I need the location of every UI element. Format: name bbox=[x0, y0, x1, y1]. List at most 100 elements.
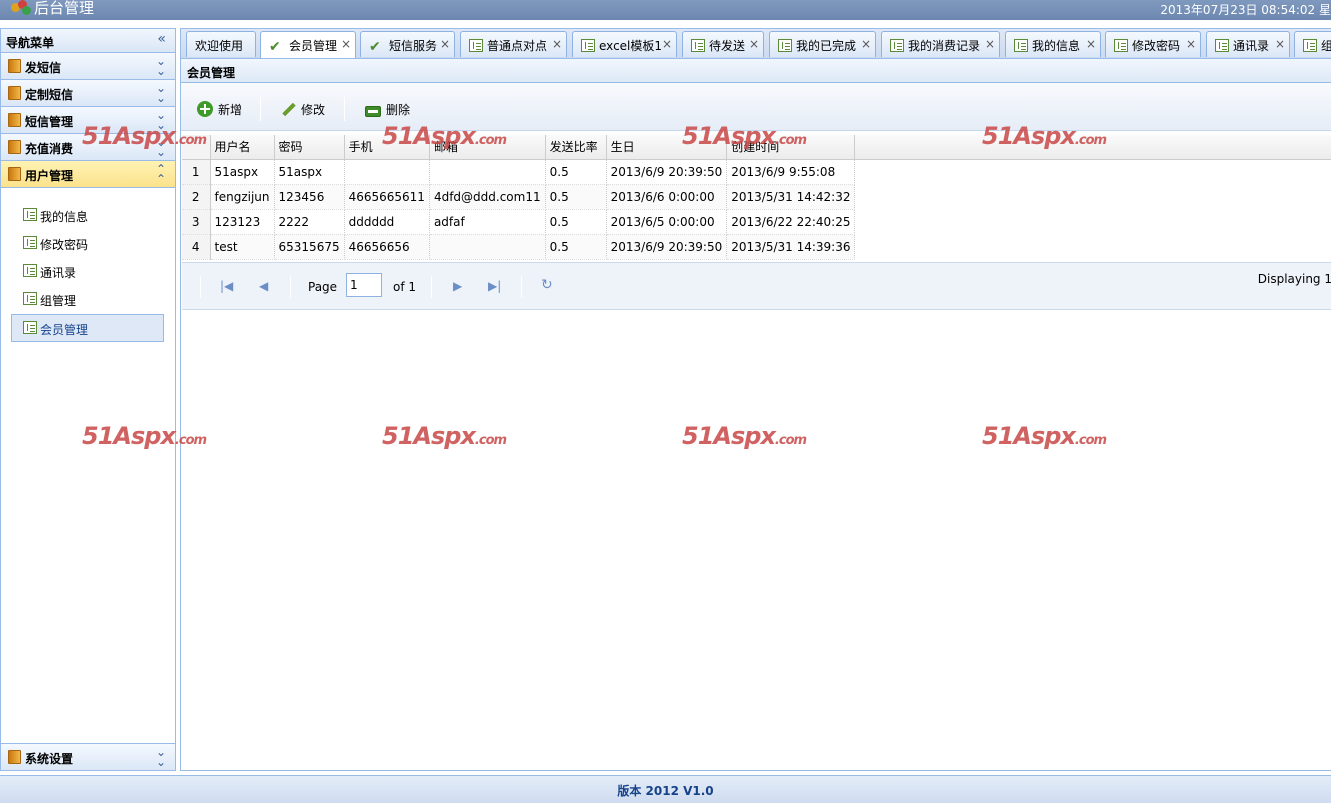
cell-send-ratio: 0.5 bbox=[545, 159, 607, 185]
page-icon bbox=[1014, 39, 1028, 52]
page-icon bbox=[581, 39, 595, 52]
page-label: Page bbox=[308, 280, 338, 294]
tab-member-management[interactable]: ✔ 会员管理 × bbox=[260, 31, 356, 58]
toolbar-divider bbox=[260, 97, 261, 121]
close-tab-icon[interactable]: × bbox=[861, 37, 871, 51]
tab-label: 我的信息 bbox=[1032, 39, 1081, 53]
cell-birthday: 2013/6/6 0:00:00 bbox=[606, 184, 728, 210]
expand-icon[interactable]: ⌄ ⌄ bbox=[156, 746, 166, 768]
close-tab-icon[interactable]: × bbox=[1275, 37, 1285, 51]
column-header-username[interactable]: 用户名 bbox=[210, 135, 275, 160]
nav-section-send-sms[interactable]: 发短信 ⌄ ⌄ bbox=[1, 53, 175, 80]
next-page-icon[interactable]: ▶ bbox=[453, 279, 462, 293]
cell-password: 2222 bbox=[274, 209, 345, 235]
sidebar-item-change-password[interactable]: 修改密码 bbox=[12, 230, 165, 258]
nav-section-system-settings[interactable]: 系统设置 ⌄ ⌄ bbox=[1, 743, 175, 770]
tab-sms-service[interactable]: ✔ 短信服务 × bbox=[360, 31, 455, 57]
page-icon bbox=[23, 321, 37, 334]
column-header-mobile[interactable]: 手机 bbox=[344, 135, 430, 160]
close-tab-icon[interactable]: × bbox=[341, 37, 351, 51]
table-row[interactable]: 1 51aspx 51aspx 0.5 2013/6/9 20:39:50 20… bbox=[182, 159, 856, 185]
column-header-birthday[interactable]: 生日 bbox=[606, 135, 728, 160]
last-page-icon[interactable]: ▶| bbox=[488, 279, 501, 293]
table-row[interactable]: 3 123123 2222 dddddd adfaf 0.5 2013/6/5 … bbox=[182, 209, 856, 235]
nav-section-user-management[interactable]: 用户管理 ⌃ ⌃ bbox=[1, 161, 175, 188]
column-header-email[interactable]: 邮箱 bbox=[429, 135, 546, 160]
add-icon bbox=[197, 101, 213, 117]
folder-icon bbox=[8, 113, 21, 127]
sidebar-item-label: 我的信息 bbox=[40, 210, 89, 224]
tab-excel-template[interactable]: excel模板1 × bbox=[572, 31, 677, 57]
collapse-sidebar-icon[interactable]: « bbox=[157, 31, 166, 47]
nav-section-custom-sms[interactable]: 定制短信 ⌄ ⌄ bbox=[1, 80, 175, 107]
page-icon bbox=[1303, 39, 1317, 52]
column-header-created[interactable]: 创建时间 bbox=[726, 135, 856, 160]
table-row[interactable]: 4 test 65315675 46656656 0.5 2013/6/9 20… bbox=[182, 234, 856, 260]
page-icon bbox=[23, 208, 37, 221]
add-button[interactable]: 新增 bbox=[197, 92, 242, 124]
pager-divider bbox=[521, 276, 522, 298]
cell-email: 4dfd@ddd.com11 bbox=[429, 184, 546, 210]
page-icon bbox=[1215, 39, 1229, 52]
close-tab-icon[interactable]: × bbox=[1086, 37, 1096, 51]
tab-label: 修改密码 bbox=[1132, 39, 1181, 53]
refresh-icon[interactable]: ↻ bbox=[541, 277, 553, 293]
cell-birthday: 2013/6/5 0:00:00 bbox=[606, 209, 728, 235]
tab-contacts[interactable]: 通讯录 × bbox=[1206, 31, 1290, 57]
panel-title: 会员管理 bbox=[181, 59, 1331, 83]
cell-email: adfaf bbox=[429, 209, 546, 235]
tab-pending[interactable]: 待发送 × bbox=[682, 31, 764, 57]
tab-groups[interactable]: 组 bbox=[1294, 31, 1331, 57]
delete-button[interactable]: 删除 bbox=[365, 92, 410, 124]
folder-icon bbox=[8, 750, 21, 764]
close-tab-icon[interactable]: × bbox=[985, 37, 995, 51]
tab-consumption-records[interactable]: 我的消费记录 × bbox=[881, 31, 1000, 57]
column-header-password[interactable]: 密码 bbox=[274, 135, 345, 160]
tab-label: 我的已完成 bbox=[796, 39, 857, 53]
sidebar-item-members[interactable]: 会员管理 bbox=[11, 314, 164, 342]
page-number-input[interactable] bbox=[346, 273, 382, 297]
cell-mobile: 46656656 bbox=[344, 234, 430, 260]
expand-icon[interactable]: ⌄ ⌄ bbox=[156, 55, 166, 77]
page-icon bbox=[691, 39, 705, 52]
close-tab-icon[interactable]: × bbox=[1186, 37, 1196, 51]
collapse-icon[interactable]: ⌃ ⌃ bbox=[156, 163, 166, 185]
member-grid: 用户名 密码 手机 邮箱 发送比率 生日 创建时间 1 51aspx 51asp… bbox=[182, 135, 856, 260]
cell-created: 2013/6/9 9:55:08 bbox=[726, 159, 856, 185]
tab-label: 欢迎使用 bbox=[195, 39, 244, 53]
nav-section-label: 发短信 bbox=[25, 61, 62, 75]
sidebar-item-groups[interactable]: 组管理 bbox=[12, 286, 165, 314]
close-tab-icon[interactable]: × bbox=[749, 37, 759, 51]
cell-email bbox=[429, 159, 546, 185]
nav-section-sms-management[interactable]: 短信管理 ⌄ ⌄ bbox=[1, 107, 175, 134]
tab-label: 短信服务 bbox=[389, 39, 438, 53]
table-row[interactable]: 2 fengzijun 123456 4665665611 4dfd@ddd.c… bbox=[182, 184, 856, 210]
nav-section-recharge[interactable]: 充值消费 ⌄ ⌄ bbox=[1, 134, 175, 161]
displaying-info: Displaying 1 bbox=[1257, 272, 1331, 286]
page-icon bbox=[23, 292, 37, 305]
close-tab-icon[interactable]: × bbox=[440, 37, 450, 51]
check-icon: ✔ bbox=[269, 39, 281, 55]
pagination-bar: |◀ ◀ Page of 1 ▶ ▶| ↻ Displaying 1 bbox=[182, 262, 1331, 310]
tab-completed[interactable]: 我的已完成 × bbox=[769, 31, 876, 57]
close-tab-icon[interactable]: × bbox=[662, 37, 672, 51]
close-tab-icon[interactable]: × bbox=[552, 37, 562, 51]
tab-change-password[interactable]: 修改密码 × bbox=[1105, 31, 1201, 57]
sidebar-item-contacts[interactable]: 通讯录 bbox=[12, 258, 165, 286]
expand-icon[interactable]: ⌄ ⌄ bbox=[156, 109, 166, 131]
sidebar-item-my-info[interactable]: 我的信息 bbox=[12, 202, 165, 230]
prev-page-icon[interactable]: ◀ bbox=[259, 279, 268, 293]
edit-button[interactable]: 修改 bbox=[282, 92, 325, 124]
tab-label: 我的消费记录 bbox=[908, 39, 981, 53]
tab-label: 普通点对点 bbox=[487, 39, 548, 53]
tab-my-info[interactable]: 我的信息 × bbox=[1005, 31, 1101, 57]
top-header: 后台管理 2013年07月23日 08:54:02 星 bbox=[0, 0, 1331, 20]
tab-welcome[interactable]: 欢迎使用 bbox=[186, 31, 256, 57]
expand-icon[interactable]: ⌄ ⌄ bbox=[156, 82, 166, 104]
cell-username: 123123 bbox=[210, 209, 275, 235]
first-page-icon[interactable]: |◀ bbox=[220, 279, 233, 293]
page-icon bbox=[23, 264, 37, 277]
expand-icon[interactable]: ⌄ ⌄ bbox=[156, 136, 166, 158]
tab-p2p[interactable]: 普通点对点 × bbox=[460, 31, 567, 57]
column-header-send-ratio[interactable]: 发送比率 bbox=[545, 135, 607, 160]
